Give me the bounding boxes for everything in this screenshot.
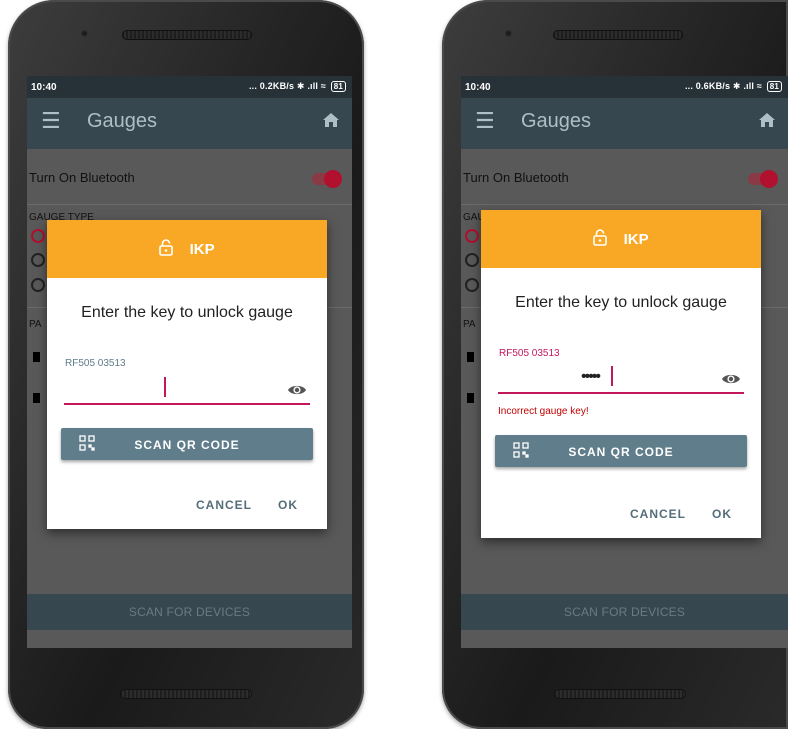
scan-qr-code-button[interactable]: SCAN QR CODE xyxy=(495,435,747,467)
phone-left: 10:40 ... 0.2KB/s ✱ .ıll ≈ 81 ☰ Gauges T… xyxy=(8,0,364,729)
battery-icon: 81 xyxy=(766,81,782,92)
device-icon-2 xyxy=(33,393,40,403)
bottom-speaker xyxy=(554,689,686,699)
bluetooth-row: Turn On Bluetooth xyxy=(461,149,788,205)
scan-qr-code-button[interactable]: SCAN QR CODE xyxy=(61,428,313,460)
earpiece-speaker xyxy=(553,30,683,40)
eye-icon[interactable] xyxy=(287,383,307,402)
scan-for-devices-button[interactable]: SCAN FOR DEVICES xyxy=(461,594,788,630)
paired-label: PA xyxy=(29,319,42,330)
bluetooth-status-icon: ✱ xyxy=(296,81,305,91)
bluetooth-label: Turn On Bluetooth xyxy=(463,170,569,185)
wifi-icon: ≈ xyxy=(756,81,762,91)
device-icon-2 xyxy=(467,393,474,403)
text-cursor xyxy=(611,366,613,386)
dialog-header: IKP xyxy=(481,210,761,268)
gauge-type-radio-1[interactable] xyxy=(465,229,479,243)
unlock-dialog: IKP Enter the key to unlock gauge RF505 … xyxy=(481,210,761,538)
wifi-icon: ≈ xyxy=(320,81,326,91)
key-input[interactable] xyxy=(498,360,744,394)
signal-icon: .ıll xyxy=(307,81,319,91)
bluetooth-row: Turn On Bluetooth xyxy=(27,149,352,205)
gauge-type-radio-3[interactable] xyxy=(31,278,45,292)
hamburger-menu-icon[interactable]: ☰ xyxy=(41,110,61,132)
phone-screen: 10:40 ... 0.6KB/s ✱ .ıll ≈ 81 ☰ Gauges T… xyxy=(461,76,788,648)
scan-qr-code-label: SCAN QR CODE xyxy=(568,445,674,459)
status-time: 10:40 xyxy=(465,82,491,93)
gauge-type-radio-2[interactable] xyxy=(31,253,45,267)
bluetooth-label: Turn On Bluetooth xyxy=(29,170,135,185)
front-camera xyxy=(81,30,88,37)
device-icon-1 xyxy=(467,352,474,362)
app-title: Gauges xyxy=(521,110,592,132)
network-speed: ... 0.2KB/s xyxy=(248,81,295,91)
key-input[interactable] xyxy=(64,370,310,404)
phone-screen: 10:40 ... 0.2KB/s ✱ .ıll ≈ 81 ☰ Gauges T… xyxy=(27,76,352,648)
key-field-underline xyxy=(64,403,310,405)
network-speed: ... 0.6KB/s xyxy=(684,81,731,91)
error-message: Incorrect gauge key! xyxy=(498,406,589,417)
dialog-prompt: Enter the key to unlock gauge xyxy=(81,304,293,321)
gauge-type-radio-3[interactable] xyxy=(465,278,479,292)
cancel-button[interactable]: CANCEL xyxy=(630,507,686,521)
key-field-label: RF505 03513 xyxy=(499,348,560,359)
key-field-underline xyxy=(498,392,744,394)
home-icon[interactable] xyxy=(322,112,340,133)
signal-icon: .ıll xyxy=(743,81,755,91)
status-bar: 10:40 ... 0.2KB/s ✱ .ıll ≈ 81 xyxy=(27,76,352,98)
cancel-button[interactable]: CANCEL xyxy=(196,498,252,512)
status-bar: 10:40 ... 0.6KB/s ✱ .ıll ≈ 81 xyxy=(461,76,788,98)
ok-button[interactable]: OK xyxy=(712,507,732,521)
device-icon-1 xyxy=(33,352,40,362)
app-bar: ☰ Gauges xyxy=(461,98,788,149)
status-time: 10:40 xyxy=(31,82,57,93)
battery-icon: 81 xyxy=(330,81,346,92)
lock-open-icon xyxy=(593,229,608,250)
bluetooth-toggle[interactable] xyxy=(748,170,778,188)
lock-open-icon xyxy=(159,239,174,260)
key-field-label: RF505 03513 xyxy=(65,358,126,369)
paired-label: PA xyxy=(463,319,476,330)
dialog-prompt: Enter the key to unlock gauge xyxy=(515,294,727,311)
phone-right: 10:40 ... 0.6KB/s ✱ .ıll ≈ 81 ☰ Gauges T… xyxy=(442,0,788,729)
home-icon[interactable] xyxy=(758,112,776,133)
scan-qr-code-label: SCAN QR CODE xyxy=(134,438,240,452)
dialog-title: IKP xyxy=(189,241,215,258)
text-cursor xyxy=(164,377,166,397)
bluetooth-status-icon: ✱ xyxy=(732,81,741,91)
bluetooth-toggle[interactable] xyxy=(312,170,342,188)
eye-icon[interactable] xyxy=(721,372,741,391)
app-title: Gauges xyxy=(87,110,158,132)
unlock-dialog: IKP Enter the key to unlock gauge RF505 … xyxy=(47,220,327,529)
dialog-header: IKP xyxy=(47,220,327,278)
hamburger-menu-icon[interactable]: ☰ xyxy=(475,110,495,132)
scan-for-devices-button[interactable]: SCAN FOR DEVICES xyxy=(27,594,352,630)
bottom-speaker xyxy=(120,689,252,699)
gauge-type-radio-2[interactable] xyxy=(465,253,479,267)
ok-button[interactable]: OK xyxy=(278,498,298,512)
status-icons: ... 0.2KB/s ✱ .ıll ≈ 81 xyxy=(249,81,346,92)
gauge-type-radio-1[interactable] xyxy=(31,229,45,243)
dialog-title: IKP xyxy=(623,231,649,248)
key-input-value: ••••• xyxy=(581,368,601,385)
front-camera xyxy=(505,30,512,37)
earpiece-speaker xyxy=(122,30,252,40)
app-bar: ☰ Gauges xyxy=(27,98,352,149)
status-icons: ... 0.6KB/s ✱ .ıll ≈ 81 xyxy=(685,81,782,92)
